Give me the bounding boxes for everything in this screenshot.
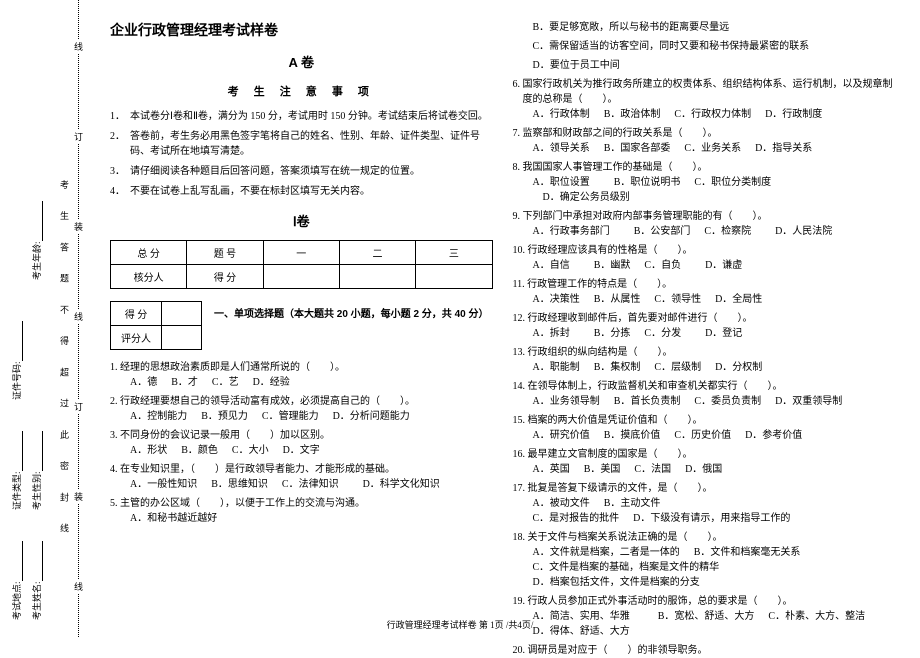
question-block: 15. 档案的两大价值是凭证价值和（ ）。A．研究价值B．摸底价值C．历史价值D… xyxy=(513,413,896,443)
cell xyxy=(162,302,202,326)
question-block: 2. 行政经理要想自己的领导活动富有成效，必须提高自己的（ ）。A．控制能力B．… xyxy=(110,394,493,424)
fold-mark: 线 xyxy=(72,40,85,53)
instruction-item: 1．本试卷分Ⅰ卷和Ⅱ卷，满分为 150 分，考试用时 150 分钟。考试结束后将… xyxy=(110,109,493,124)
cell: 二 xyxy=(339,241,415,265)
binding-margin: 线 订 装 线 订 装 线 考 生 答 题 不 得 超 过 此 密 封 线 考试… xyxy=(0,0,90,637)
margin-field: 证件类型: xyxy=(10,431,23,510)
margin-field: 考生姓名: xyxy=(30,541,43,620)
section-title: 一、单项选择题（本大题共 20 小题，每小题 2 分，共 40 分） xyxy=(214,305,488,320)
cell xyxy=(162,326,202,350)
question-block: 17. 批复是答复下级请示的文件，是（ ）。A．被动文件B．主动文件C．是对报告… xyxy=(513,481,896,526)
seal-line-text: 考 生 答 题 不 得 超 过 此 密 封 线 xyxy=(58,180,71,543)
question-block: 4. 在专业知识里，（ ）是行政领导者能力、才能形成的基础。A．一般性知识B．思… xyxy=(110,462,493,492)
exam-title: 企业行政管理经理考试样卷 xyxy=(110,20,493,40)
cell: 一 xyxy=(263,241,339,265)
fold-mark: 装 xyxy=(72,220,85,233)
margin-field: 考试地点: xyxy=(10,541,23,620)
question-block: 14. 在领导体制上，行政监督机关和审查机关都实行（ ）。A．业务领导制B．首长… xyxy=(513,379,896,409)
cell: 三 xyxy=(416,241,492,265)
cell: 核分人 xyxy=(111,265,187,289)
question-block: D．要位于员工中间 xyxy=(513,58,896,73)
fold-mark: 订 xyxy=(72,400,85,413)
instruction-item: 4．不要在试卷上乱写乱画，不要在标封区填写无关内容。 xyxy=(110,184,493,199)
questions-right-cont: B．要足够宽敞，所以与秘书的距离要尽量远 C．需保留适当的访客空间，同时又要和秘书… xyxy=(513,20,896,73)
content-area: 企业行政管理经理考试样卷 A 卷 考 生 注 意 事 项 1．本试卷分Ⅰ卷和Ⅱ卷… xyxy=(90,0,920,637)
fold-mark: 订 xyxy=(72,130,85,143)
cell: 总 分 xyxy=(111,241,187,265)
question-block: 8. 我国国家人事管理工作的基础是（ ）。A．职位设置 B．职位说明书C．职位分… xyxy=(513,160,896,205)
cell: 得 分 xyxy=(111,302,162,326)
instruction-item: 3．请仔细阅读各种题目后回答问题，答案须填写在统一规定的位置。 xyxy=(110,164,493,179)
fold-mark: 线 xyxy=(72,310,85,323)
question-block: 3. 不同身份的会议记录一般用（ ）加以区别。A．形状B．颜色C．大小D．文字 xyxy=(110,428,493,458)
question-block: 19. 行政人员参加正式外事活动时的服饰，总的要求是（ ）。A．简洁、实用、华雅… xyxy=(513,594,896,639)
question-block: B．要足够宽敞，所以与秘书的距离要尽量远 xyxy=(513,20,896,35)
cell xyxy=(416,265,492,289)
cell xyxy=(263,265,339,289)
margin-field: 证件号码: xyxy=(10,321,23,400)
question-block: 13. 行政组织的纵向结构是（ ）。A．职能制B．集权制C．层级制D．分权制 xyxy=(513,345,896,375)
question-block: 12. 行政经理收到邮件后，首先要对邮件进行（ ）。A．拆封 B．分拣C．分发 … xyxy=(513,311,896,341)
instruction-item: 2．答卷前，考生务必用黑色签字笔将自己的姓名、性别、年龄、证件类型、证件号码、考… xyxy=(110,129,493,159)
fold-mark: 装 xyxy=(72,490,85,503)
mini-score-table: 得 分 评分人 xyxy=(110,301,202,350)
question-block: C．需保留适当的访客空间，同时又要和秘书保持最紧密的联系 xyxy=(513,39,896,54)
cell: 题 号 xyxy=(187,241,263,265)
question-block: 7. 监察部和财政部之间的行政关系是（ ）。A．领导关系B．国家各部委C．业务关… xyxy=(513,126,896,156)
cell xyxy=(339,265,415,289)
right-column: B．要足够宽敞，所以与秘书的距离要尽量远 C．需保留适当的访客空间，同时又要和秘书… xyxy=(503,20,906,612)
questions-left: 1. 经理的思想政治素质即是人们通常所说的（ ）。A．德B．才C．艺D．经验 2.… xyxy=(110,360,493,526)
fold-mark: 线 xyxy=(72,580,85,593)
question-block: 1. 经理的思想政治素质即是人们通常所说的（ ）。A．德B．才C．艺D．经验 xyxy=(110,360,493,390)
question-block: 20. 调研员是对应于（ ）的非领导职务。 xyxy=(513,643,896,658)
juan-header: Ⅰ卷 xyxy=(110,211,493,230)
cell: 得 分 xyxy=(187,265,263,289)
question-block: 9. 下列部门中承担对政府内部事务管理职能的有（ ）。A．行政事务部门 B．公安… xyxy=(513,209,896,239)
margin-field: 考生年龄: xyxy=(30,201,43,280)
question-block: 11. 行政管理工作的特点是（ ）。A．决策性B．从属性C．领导性D．全局性 xyxy=(513,277,896,307)
question-block: 5. 主管的办公区域（ ），以便于工作上的交流与沟通。A．和秘书越近越好 xyxy=(110,496,493,526)
score-table: 总 分 题 号 一 二 三 核分人 得 分 xyxy=(110,240,493,289)
paper-label: A 卷 xyxy=(110,52,493,71)
questions-right: 6. 国家行政机关为推行政务所建立的权责体系、组织结构体系、运行机制，以及规章制… xyxy=(513,77,896,658)
question-block: 18. 关于文件与档案关系说法正确的是（ ）。A．文件就是档案，二者是一体的B．… xyxy=(513,530,896,590)
notice-header: 考 生 注 意 事 项 xyxy=(110,83,493,99)
margin-field: 考生性别: xyxy=(30,431,43,510)
instructions: 1．本试卷分Ⅰ卷和Ⅱ卷，满分为 150 分，考试用时 150 分钟。考试结束后将… xyxy=(110,109,493,199)
question-block: 16. 最早建立文官制度的国家是（ ）。A．英国B．美国C．法国D．俄国 xyxy=(513,447,896,477)
left-column: 企业行政管理经理考试样卷 A 卷 考 生 注 意 事 项 1．本试卷分Ⅰ卷和Ⅱ卷… xyxy=(100,20,503,612)
page-footer: 行政管理经理考试样卷 第 1页 /共4页/ xyxy=(0,618,920,631)
question-block: 10. 行政经理应该具有的性格是（ ）。A．自信 B．幽默C．自负 D．谦虚 xyxy=(513,243,896,273)
cell: 评分人 xyxy=(111,326,162,350)
question-block: 6. 国家行政机关为推行政务所建立的权责体系、组织结构体系、运行机制，以及规章制… xyxy=(513,77,896,122)
